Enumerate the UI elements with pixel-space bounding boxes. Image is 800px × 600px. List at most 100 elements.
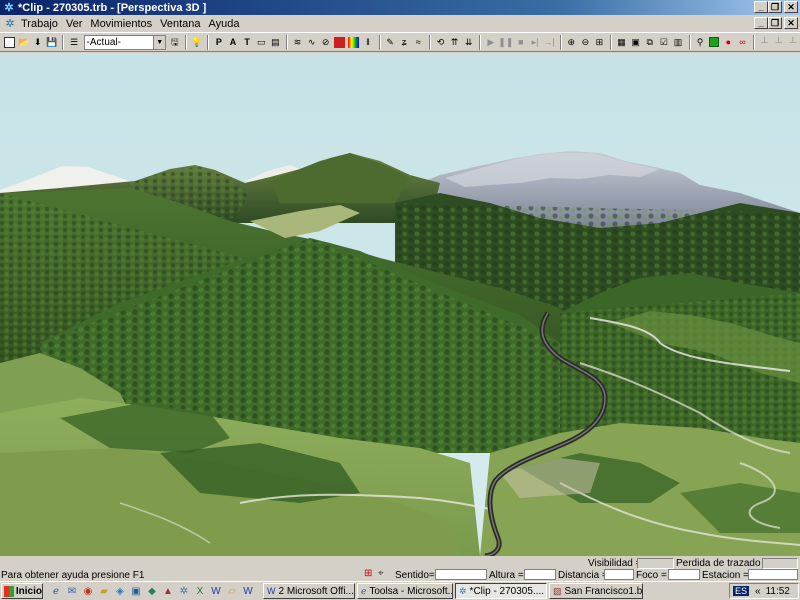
toolbar-separator [285,34,288,50]
task-sanfrancisco[interactable]: ▨ San Francisco1.b... [549,583,643,599]
window-controls: _ ❐ ✕ [754,1,798,13]
language-indicator[interactable]: ES [733,586,750,596]
menu-trabajo[interactable]: Trabajo [17,18,62,30]
open-icon[interactable]: 📂 [17,35,30,50]
altura-field[interactable] [524,569,556,580]
axis-icon[interactable]: ⊕ [565,35,578,50]
end-icon[interactable]: →| [543,35,556,50]
explorer-icon[interactable]: ▱ [225,584,239,598]
flag-icon[interactable]: ⊞ [364,568,372,579]
panel-icon[interactable]: ▥ [671,35,684,50]
app2-icon[interactable]: ▣ [129,584,143,598]
word-icon[interactable]: W [209,584,223,598]
toolbar-separator [752,34,755,50]
toolbar-separator [559,34,562,50]
record-icon[interactable]: ● [722,35,735,50]
pause-icon[interactable]: ❚❚ [498,35,513,50]
view-a-icon[interactable]: A [226,35,239,50]
menu-ventana[interactable]: Ventana [156,18,204,30]
up-arrows-icon[interactable]: ⇈ [448,35,461,50]
color-icon[interactable] [333,35,346,50]
route-icon[interactable]: ∿ [305,35,318,50]
excel-icon[interactable]: X [193,584,207,598]
folder-icon[interactable]: ▰ [97,584,111,598]
view-p-icon[interactable]: P [212,35,225,50]
glasses-icon[interactable]: ∞ [736,35,749,50]
system-tray: ES « 11:52 [729,583,799,599]
axis2-icon[interactable]: ⊖ [579,35,592,50]
toolbar: 📂 ⬇ 💾 ☰ -Actual- ▼ 🖫 💡 P A T ▭ ▤ ≋ ∿ ⊘ ‖… [0,32,800,52]
chevron-left-icon[interactable]: « [755,586,761,597]
save-view-icon[interactable]: 🖫 [168,35,181,50]
chart3-icon[interactable]: ┴ [786,35,799,50]
green-box-icon[interactable] [708,35,721,50]
windows-logo-icon [4,585,14,597]
word2-icon[interactable]: W [241,584,255,598]
doc-restore-button[interactable]: ❐ [768,17,782,29]
view-panel-icon[interactable]: ▤ [269,35,282,50]
play-icon[interactable]: ▶ [484,35,497,50]
rotate-icon[interactable]: ⟲ [434,35,447,50]
minimize-button[interactable]: _ [754,1,768,13]
new-icon[interactable] [3,35,16,50]
save-icon[interactable]: 💾 [45,35,58,50]
bars-icon[interactable]: ‖ [361,35,374,50]
perspective-3d-view[interactable] [0,53,800,556]
chart2-icon[interactable]: ┴ [772,35,785,50]
frame-icon[interactable]: ▣ [629,35,642,50]
distancia-field[interactable] [604,569,634,580]
menu-ver[interactable]: Ver [62,18,87,30]
task-label: San Francisco1.b... [564,585,643,597]
ie-icon[interactable]: ℯ [49,584,63,598]
list-icon[interactable]: ☰ [67,35,80,50]
sentido-field[interactable] [435,569,487,580]
grid-icon[interactable]: ⊞ [593,35,606,50]
table-icon[interactable]: ▦ [615,35,628,50]
chart1-icon[interactable]: ┴ [758,35,771,50]
outlook-icon[interactable]: ✉ [65,584,79,598]
document-icon[interactable]: ✲ [3,17,17,31]
foco-field[interactable] [668,569,700,580]
view-select[interactable]: -Actual- ▼ [83,34,167,50]
check-icon[interactable]: ☑ [657,35,670,50]
app3-icon[interactable]: ◆ [145,584,159,598]
menu-ayuda[interactable]: Ayuda [205,18,244,30]
palette-icon[interactable] [347,35,360,50]
app-icon[interactable]: ◈ [113,584,127,598]
stop-icon[interactable]: ■ [514,35,527,50]
app4-icon[interactable]: ▲ [161,584,175,598]
sketch-icon[interactable]: ≈ [412,35,425,50]
terrain-render[interactable] [0,53,800,556]
view-window-icon[interactable]: ▭ [255,35,268,50]
compass-star-icon: ✲ [4,2,14,14]
close-button[interactable]: ✕ [784,1,798,13]
draw-icon[interactable]: ✎ [384,35,397,50]
chevron-down-icon[interactable]: ▼ [153,35,166,49]
clip-icon[interactable]: ✲ [177,584,191,598]
link-icon[interactable]: ⚲ [694,35,707,50]
target-icon[interactable]: ⌖ [378,568,384,579]
task-word[interactable]: W 2 Microsoft Offi... [263,583,355,599]
task-clip[interactable]: ✲ *Clip - 270305.... [455,583,547,599]
step-icon[interactable]: ▸| [528,35,541,50]
restore-button[interactable]: ❐ [768,1,782,13]
copy-icon[interactable]: ⧉ [643,35,656,50]
clock[interactable]: 11:52 [766,586,790,597]
down-arrows-icon[interactable]: ⇊ [462,35,475,50]
view-t-icon[interactable]: T [241,35,254,50]
layers-icon[interactable]: ≋ [291,35,304,50]
task-toolsa[interactable]: ℯ Toolsa - Microsoft... [357,583,453,599]
help-icon[interactable]: 💡 [190,35,203,50]
media-icon[interactable]: ◉ [81,584,95,598]
estacion-field[interactable] [748,569,798,580]
start-button[interactable]: Inicio [1,583,43,599]
import-icon[interactable]: ⬇ [31,35,44,50]
no-route-icon[interactable]: ⊘ [319,35,332,50]
menu-movimientos[interactable]: Movimientos [86,18,156,30]
curve-icon[interactable]: ʑ [398,35,411,50]
toolbar-separator [428,34,431,50]
doc-minimize-button[interactable]: _ [754,17,768,29]
estacion-label: Estacion = [702,570,749,581]
doc-close-button[interactable]: ✕ [784,17,798,29]
status-bar: Visibilidad = Perdida de trazado = Para … [0,556,800,581]
